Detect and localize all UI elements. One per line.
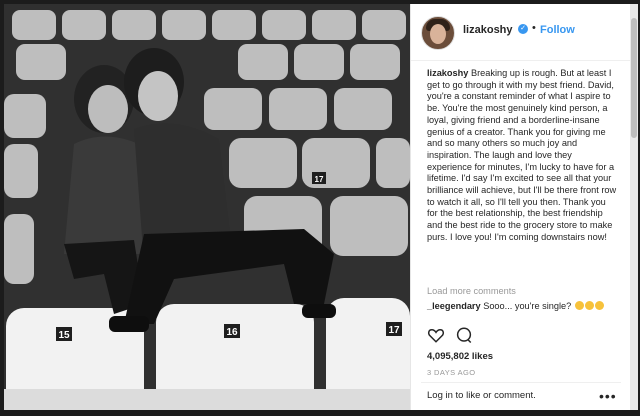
- post-header: lizakoshy ✓ • Follow: [411, 4, 631, 61]
- post-window: 15 16 17 17 lizakoshy ✓ • Follow lizakos…: [0, 0, 640, 416]
- post-caption: lizakoshy Breaking up is rough. But at l…: [427, 68, 619, 282]
- verified-icon: ✓: [518, 24, 528, 34]
- emoji-icon: [584, 301, 594, 310]
- likes-count[interactable]: 4,095,802 likes: [427, 351, 493, 362]
- caption-text: Breaking up is rough. But at least I get…: [427, 68, 617, 242]
- separator-dot: •: [532, 22, 536, 34]
- load-more-comments[interactable]: Load more comments: [427, 286, 516, 296]
- caption-username[interactable]: lizakoshy: [427, 68, 468, 78]
- seat-number: 15: [58, 330, 70, 341]
- scrollbar[interactable]: [630, 4, 638, 410]
- post-photo: 15 16 17 17: [4, 4, 410, 410]
- comment-item: _leegendary Sooo... you're single?: [427, 301, 604, 311]
- emoji-icon: [594, 301, 604, 310]
- follow-button[interactable]: Follow: [540, 24, 575, 36]
- comment-icon[interactable]: [455, 326, 473, 344]
- username-link[interactable]: lizakoshy: [463, 24, 513, 36]
- stadium-photo: 15 16 17 17: [4, 4, 410, 410]
- scrollbar-thumb[interactable]: [631, 18, 637, 138]
- seat-number: 16: [226, 327, 238, 338]
- login-suffix: to like or comment.: [455, 390, 536, 401]
- post-side-panel: lizakoshy ✓ • Follow lizakoshy Breaking …: [410, 4, 631, 410]
- login-prompt: Log in to like or comment.: [427, 390, 536, 401]
- heart-icon[interactable]: [427, 326, 445, 344]
- login-link[interactable]: Log in: [427, 390, 453, 401]
- comment-text: Sooo... you're single?: [483, 301, 572, 311]
- avatar[interactable]: [421, 16, 455, 50]
- seat-number: 17: [388, 325, 400, 336]
- more-options-icon[interactable]: •••: [599, 388, 617, 404]
- post-timestamp: 3 DAYS AGO: [427, 368, 476, 377]
- comment-username[interactable]: _leegendary: [427, 301, 481, 311]
- divider: [421, 382, 621, 383]
- seat-number: 17: [315, 175, 324, 184]
- emoji-icon: [574, 301, 584, 310]
